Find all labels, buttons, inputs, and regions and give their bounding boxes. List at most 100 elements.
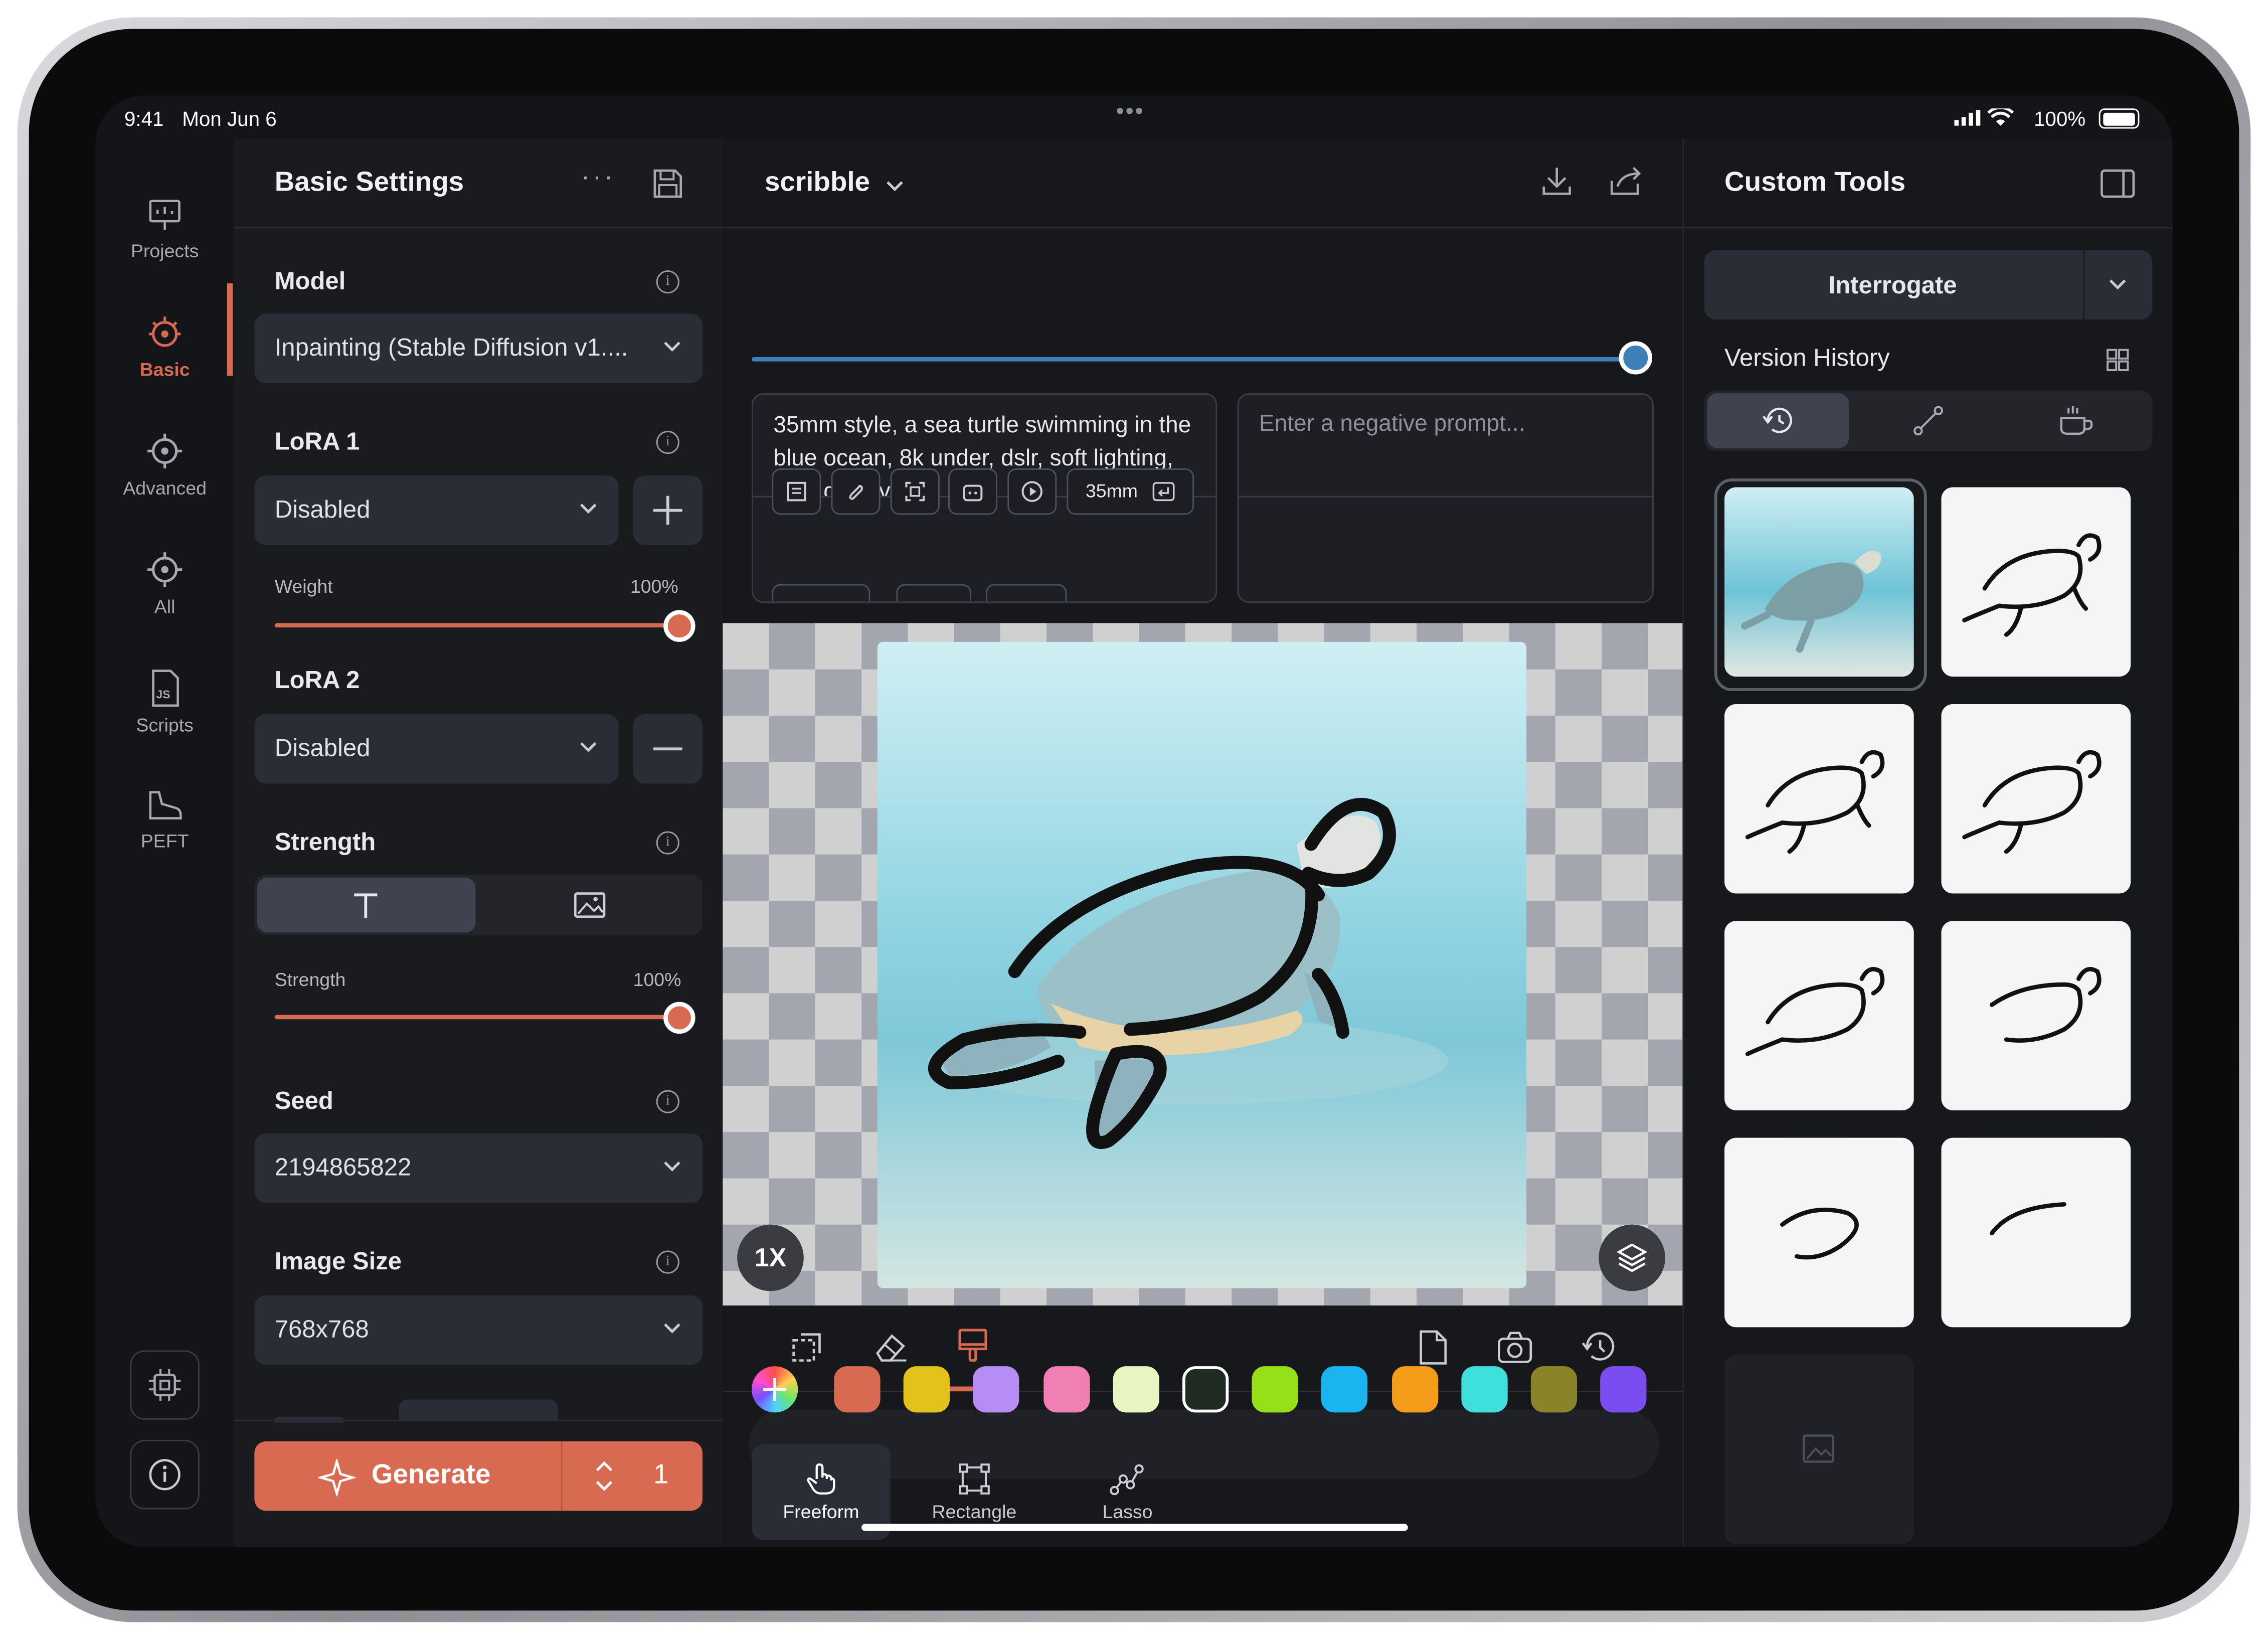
version-thumb[interactable]	[1724, 1137, 1914, 1328]
color-swatch[interactable]	[1113, 1366, 1159, 1413]
info-icon[interactable]: i	[656, 1250, 679, 1274]
strength-slider-track[interactable]	[274, 1015, 682, 1020]
lora2-select[interactable]: Disabled	[254, 714, 619, 784]
version-thumb[interactable]	[1941, 487, 2131, 677]
history-icon[interactable]	[1580, 1330, 1618, 1365]
layers-button[interactable]	[1599, 1224, 1665, 1291]
progress-knob[interactable]	[1619, 341, 1652, 375]
progress-bar	[752, 357, 1637, 362]
chip-35mm[interactable]: 35mm	[1067, 468, 1194, 515]
cpu-button[interactable]	[130, 1350, 200, 1420]
color-swatch[interactable]	[904, 1366, 950, 1413]
text-mode-button[interactable]	[257, 877, 476, 933]
lora2-value: Disabled	[274, 734, 371, 762]
version-thumb[interactable]	[1724, 704, 1914, 894]
sidebar-toggle-icon[interactable]	[2099, 168, 2137, 199]
canvas-area[interactable]: 1X	[723, 623, 1683, 1306]
weight-slider-knob[interactable]	[663, 610, 695, 642]
negative-prompt-box[interactable]: Enter a negative prompt...	[1237, 393, 1654, 603]
eraser-icon[interactable]	[871, 1330, 909, 1365]
rail-item-advanced[interactable]: Advanced	[95, 431, 234, 499]
image-placeholder-icon	[1803, 1434, 1834, 1463]
color-swatch[interactable]	[1461, 1366, 1508, 1413]
empty-version-slot[interactable]	[1724, 1355, 1914, 1544]
color-swatch[interactable]	[1182, 1366, 1229, 1413]
new-page-icon[interactable]	[1417, 1329, 1448, 1366]
lora1-select[interactable]: Disabled	[254, 475, 619, 545]
strength-mode-toggle	[254, 875, 703, 936]
chevron-down-icon[interactable]	[2108, 275, 2128, 295]
color-swatch[interactable]	[1600, 1366, 1647, 1413]
chip-button[interactable]	[831, 468, 881, 515]
version-thumb[interactable]	[1941, 1137, 2131, 1328]
script-name[interactable]: scribble	[765, 168, 870, 199]
color-swatch[interactable]	[1321, 1366, 1368, 1413]
sketch-thumb-icon	[1780, 1207, 1859, 1260]
seed-label: Seed	[274, 1087, 333, 1115]
info-button[interactable]	[130, 1440, 200, 1510]
tab-branch[interactable]	[1857, 393, 1999, 448]
strength-slider-knob[interactable]	[663, 1002, 695, 1034]
more-icon[interactable]: ···	[581, 162, 616, 193]
generate-button[interactable]: Generate 1	[254, 1441, 703, 1511]
color-swatch[interactable]	[1252, 1366, 1299, 1413]
chip-button[interactable]	[772, 468, 821, 515]
sketch-thumb-icon	[1962, 750, 2102, 854]
rail-label: Advanced	[123, 477, 207, 499]
color-swatch[interactable]	[834, 1366, 881, 1413]
chevron-down-icon[interactable]	[885, 177, 905, 197]
camera-icon[interactable]	[1496, 1330, 1534, 1365]
shoe-icon	[149, 791, 182, 819]
add-lora-button[interactable]	[633, 475, 703, 545]
chevron-down-icon	[580, 742, 597, 752]
share-icon[interactable]	[1608, 163, 1645, 198]
paint-brush-icon[interactable]	[955, 1327, 990, 1365]
tab-history[interactable]	[1707, 393, 1849, 448]
seed-field[interactable]: 2194865822	[254, 1133, 703, 1203]
tab-coffee[interactable]	[2005, 393, 2147, 448]
battery-icon	[2099, 108, 2140, 129]
download-icon[interactable]	[1539, 163, 1574, 198]
info-icon[interactable]: i	[656, 1090, 679, 1113]
color-swatch[interactable]	[973, 1366, 1020, 1413]
remove-lora-button[interactable]	[633, 714, 703, 784]
sparkle-gear-icon	[148, 316, 181, 347]
generate-count: 1	[653, 1460, 669, 1491]
zoom-badge[interactable]: 1X	[737, 1224, 804, 1291]
model-select[interactable]: Inpainting (Stable Diffusion v1....	[254, 313, 703, 383]
rail-label: Scripts	[136, 714, 194, 736]
rail-item-scripts[interactable]: JS Scripts	[95, 668, 234, 736]
image-mode-button[interactable]	[480, 878, 698, 933]
enter-icon	[1152, 482, 1175, 502]
color-swatch[interactable]	[1391, 1366, 1438, 1413]
color-picker-wheel-icon[interactable]	[752, 1366, 798, 1413]
multitask-dots-icon[interactable]: •••	[1116, 100, 1144, 126]
interrogate-button[interactable]: Interrogate	[1704, 250, 2153, 320]
weight-slider-track[interactable]	[274, 623, 682, 628]
color-swatch[interactable]	[1530, 1366, 1578, 1413]
chip-button[interactable]	[1007, 468, 1057, 515]
status-bar: 9:41 Mon Jun 6 ••• 100%	[95, 95, 2172, 138]
chip-button[interactable]	[890, 468, 940, 515]
rail-item-projects[interactable]: Projects	[95, 197, 234, 262]
js-file-icon: JS	[152, 670, 179, 707]
grid-icon[interactable]	[2105, 347, 2131, 373]
stepper-icon[interactable]	[593, 1457, 616, 1495]
version-thumb[interactable]	[1724, 921, 1914, 1110]
chip-button[interactable]	[948, 468, 998, 515]
version-thumb[interactable]	[1941, 704, 2131, 894]
info-icon[interactable]: i	[656, 270, 679, 294]
version-thumb[interactable]	[1724, 487, 1914, 677]
signal-icon	[1954, 110, 1981, 126]
image-size-select[interactable]: 768x768	[254, 1295, 703, 1365]
rail-item-basic[interactable]: Basic	[95, 312, 234, 380]
color-swatch[interactable]	[1043, 1366, 1090, 1413]
rail-item-peft[interactable]: PEFT	[95, 786, 234, 852]
info-icon[interactable]: i	[656, 831, 679, 855]
rail-item-all[interactable]: All	[95, 549, 234, 617]
save-icon[interactable]	[652, 168, 683, 199]
crop-icon[interactable]	[789, 1330, 824, 1365]
info-icon[interactable]: i	[656, 431, 679, 454]
version-thumb[interactable]	[1941, 921, 2131, 1110]
basic-settings-panel: Basic Settings ··· Model i Inpainting (S…	[234, 138, 725, 1547]
